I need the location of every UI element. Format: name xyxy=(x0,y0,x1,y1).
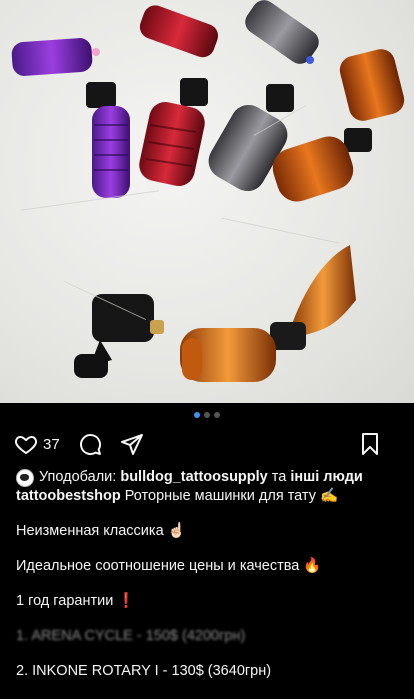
liked-by-others-link[interactable]: інші люди xyxy=(290,468,362,487)
save-button[interactable] xyxy=(358,432,382,456)
caption-line: 1 год гарантии ❗️ xyxy=(16,593,136,609)
like-button[interactable]: 37 xyxy=(14,432,60,456)
carousel-dot xyxy=(214,412,220,418)
caption-intro-text: Роторные машинки для тату ✍️ xyxy=(124,488,339,504)
comment-button[interactable] xyxy=(78,432,102,456)
carousel-dot xyxy=(204,412,210,418)
post-caption: Уподобали: bulldog_tattoosupply та інші … xyxy=(16,468,402,681)
comment-icon xyxy=(79,434,101,456)
carousel-indicator xyxy=(0,412,414,418)
bookmark-icon xyxy=(362,433,378,455)
caption-line: Идеальное соотношение цены и качества 🔥 xyxy=(16,558,322,574)
share-icon xyxy=(120,434,143,455)
carousel-dot xyxy=(194,412,200,418)
caption-item: 1. ARENA CYCLE - 150$ (4200грн) xyxy=(16,628,246,644)
likes-count: 37 xyxy=(43,435,60,453)
author-username[interactable]: tattoobestshop xyxy=(16,488,121,504)
share-button[interactable] xyxy=(120,432,144,456)
caption-intro: tattoobestshop Роторные машинки для тату… xyxy=(16,487,402,506)
liked-by-user-link[interactable]: bulldog_tattoosupply xyxy=(120,468,267,487)
avatar[interactable] xyxy=(16,468,34,487)
post-photo[interactable] xyxy=(0,0,414,403)
caption-line: Неизменная классика ☝🏻 xyxy=(16,523,186,539)
copper-machine xyxy=(180,245,356,382)
purple-machine xyxy=(11,38,130,198)
heart-icon xyxy=(14,436,38,454)
liked-by-prefix: Уподобали: xyxy=(39,469,117,485)
liked-by: Уподобали: bulldog_tattoosupply та інші … xyxy=(16,468,402,487)
post-actions: 37 xyxy=(14,430,400,458)
tattoo-machines-image xyxy=(11,0,405,382)
orange-machine xyxy=(272,49,405,202)
liked-by-mid: та xyxy=(271,469,287,485)
caption-item: 2. INKONE ROTARY I - 130$ (3640грн) xyxy=(16,663,272,679)
